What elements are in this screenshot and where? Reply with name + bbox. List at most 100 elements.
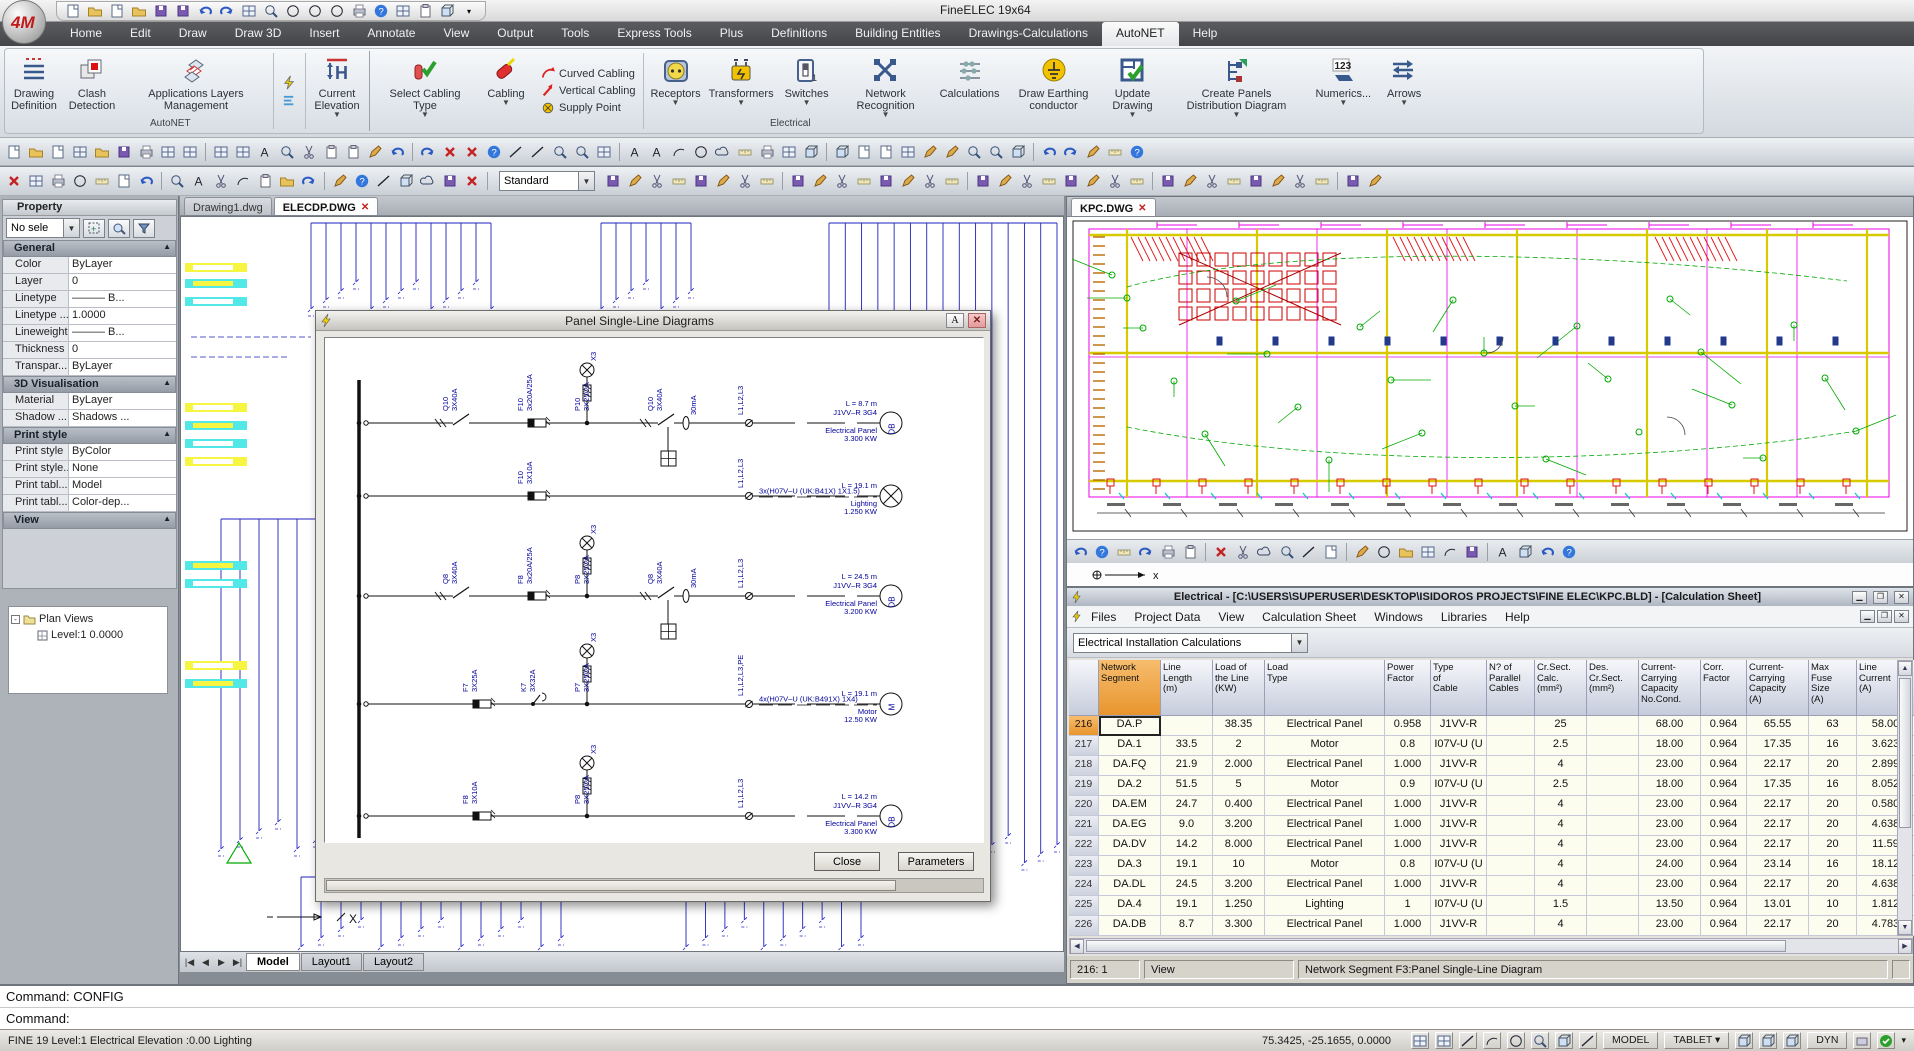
layer-off-icon[interactable] [1105, 171, 1125, 191]
table-cell[interactable]: 4 [1535, 916, 1587, 936]
layout-nav-1[interactable]: ◀ [198, 957, 213, 968]
layer-walk-icon[interactable] [898, 142, 918, 162]
create-panels-button[interactable]: Create Panels Distribution Diagram▼ [1162, 49, 1312, 133]
polyline-icon[interactable] [528, 142, 548, 162]
new-drawing-icon[interactable] [107, 1, 127, 21]
fillet-icon[interactable] [255, 171, 275, 191]
menu-item-output[interactable]: Output [483, 22, 547, 46]
auto-scale-icon[interactable] [1783, 1032, 1801, 1049]
options-icon[interactable] [1365, 171, 1385, 191]
print-icon[interactable] [349, 1, 369, 21]
menu-item-insert[interactable]: Insert [295, 22, 353, 46]
table-header-12[interactable]: Max Fuse Size (A) [1809, 660, 1857, 716]
table-cell[interactable] [1487, 816, 1535, 836]
table-cell[interactable] [1587, 836, 1639, 856]
dim-angular-icon[interactable] [647, 171, 667, 191]
scrollbar-thumb[interactable] [1086, 940, 1786, 952]
plan-views-level[interactable]: Level:1 0.0000 [11, 627, 165, 643]
table-cell[interactable]: 16 [1809, 856, 1857, 876]
tablet-toggle[interactable]: TABLET ▾ [1664, 1032, 1729, 1049]
table-header-9[interactable]: Current- Carrying Capacity No.Cond. [1639, 660, 1701, 716]
match2-icon[interactable] [1180, 171, 1200, 191]
table-cell[interactable]: 20 [1809, 916, 1857, 936]
table-rownum[interactable]: 226 [1069, 916, 1099, 936]
redo-icon[interactable] [418, 142, 438, 162]
mdi-restore-button[interactable]: ❐ [1877, 610, 1892, 623]
workspace-icon[interactable] [1290, 171, 1310, 191]
calc-menu-calculation-sheet[interactable]: Calculation Sheet [1253, 607, 1365, 627]
redo-icon[interactable] [217, 1, 237, 21]
screen-layout-icon[interactable] [393, 1, 413, 21]
copy-icon[interactable] [321, 142, 341, 162]
table-rownum[interactable]: 219 [1069, 776, 1099, 796]
draw-earthing-button[interactable]: Draw Earthing conductor [1004, 49, 1104, 133]
osnap-grid-icon[interactable] [779, 142, 799, 162]
layer-prev-icon[interactable] [1061, 171, 1081, 191]
table-header-1[interactable]: Line Length (m) [1161, 660, 1213, 716]
sheet-icon[interactable] [854, 142, 874, 162]
table-cell[interactable]: 0.964 [1701, 756, 1747, 776]
table-cell[interactable]: 1.000 [1385, 876, 1431, 896]
snap-icon[interactable] [1411, 1032, 1429, 1049]
menu-item-plus[interactable]: Plus [706, 22, 757, 46]
ducs-icon[interactable] [1555, 1032, 1573, 1049]
property-row[interactable]: ColorByLayer [3, 257, 176, 274]
table-cell[interactable]: 18.00 [1639, 736, 1701, 756]
pencil2-icon[interactable] [26, 171, 46, 191]
corner-icon[interactable] [48, 171, 68, 191]
layer-states-icon[interactable] [180, 142, 200, 162]
hatch-icon[interactable] [418, 171, 438, 191]
polar-icon[interactable] [1483, 1032, 1501, 1049]
table-cell[interactable] [1487, 796, 1535, 816]
table-cell[interactable]: 20 [1809, 836, 1857, 856]
filter-button[interactable] [133, 219, 155, 238]
layout-nav-2[interactable]: ▶ [214, 957, 229, 968]
scroll-right-button[interactable]: ▶ [1898, 939, 1912, 954]
arrow-nw-icon[interactable] [1061, 142, 1081, 162]
vertical-cabling-button[interactable]: Vertical Cabling [541, 84, 635, 98]
property-row[interactable]: Linetype——— B... [3, 291, 176, 308]
table-horizontal-scrollbar[interactable]: ◀▶ [1069, 938, 1913, 954]
table-cell[interactable]: 4 [1535, 856, 1587, 876]
table-cell[interactable]: 33.5 [1161, 736, 1213, 756]
menu-item-draw-3d[interactable]: Draw 3D [221, 22, 296, 46]
table-cell[interactable]: 20 [1809, 796, 1857, 816]
layers-grid-icon[interactable] [158, 142, 178, 162]
kpc-tool-icon-17[interactable] [1462, 542, 1482, 562]
table-cell[interactable]: 1 [1385, 896, 1431, 916]
table-cell[interactable]: 0.964 [1701, 816, 1747, 836]
table-cell[interactable]: 20 [1809, 756, 1857, 776]
kpc-tool-icon-20[interactable] [1537, 542, 1557, 562]
table-cell[interactable] [1587, 856, 1639, 876]
spell-abc-icon[interactable]: A [255, 142, 275, 162]
table-cell[interactable] [1487, 836, 1535, 856]
zoom-icon[interactable] [261, 1, 281, 21]
table-cell[interactable]: 3.200 [1213, 876, 1265, 896]
undo-icon[interactable] [387, 142, 407, 162]
pencil-icon[interactable] [920, 142, 940, 162]
table-cell[interactable]: 22.17 [1747, 796, 1809, 816]
view-box-icon[interactable] [832, 142, 852, 162]
mirror-icon[interactable] [136, 171, 156, 191]
quick-calc-icon[interactable] [1268, 171, 1288, 191]
select-similar-icon[interactable] [1246, 171, 1266, 191]
table-cell[interactable]: 17.35 [1747, 776, 1809, 796]
cut-icon[interactable] [299, 142, 319, 162]
table-cell[interactable]: 20 [1809, 876, 1857, 896]
table-cell[interactable]: 23.00 [1639, 816, 1701, 836]
property-row[interactable]: Linetype ...1.0000 [3, 308, 176, 325]
dim-diameter-icon[interactable] [691, 171, 711, 191]
measure-icon[interactable] [735, 142, 755, 162]
table-cell[interactable]: J1VV-R [1431, 816, 1487, 836]
calc-menu-windows[interactable]: Windows [1365, 607, 1432, 627]
ungroup-icon[interactable] [1224, 171, 1244, 191]
kpc-tool-icon-3[interactable] [1136, 542, 1156, 562]
table-cell[interactable]: 4 [1535, 816, 1587, 836]
kpc-tool-icon-18[interactable]: A [1493, 542, 1513, 562]
table-cell[interactable]: 0.8 [1385, 856, 1431, 876]
layout-nav-3[interactable]: ▶| [230, 957, 245, 968]
model-toggle[interactable]: MODEL [1603, 1032, 1658, 1049]
table-header-2[interactable]: Load of the Line (KW) [1213, 660, 1265, 716]
chevron-down-icon[interactable]: ▼ [63, 219, 79, 237]
kpc-tool-icon-12[interactable] [1352, 542, 1372, 562]
